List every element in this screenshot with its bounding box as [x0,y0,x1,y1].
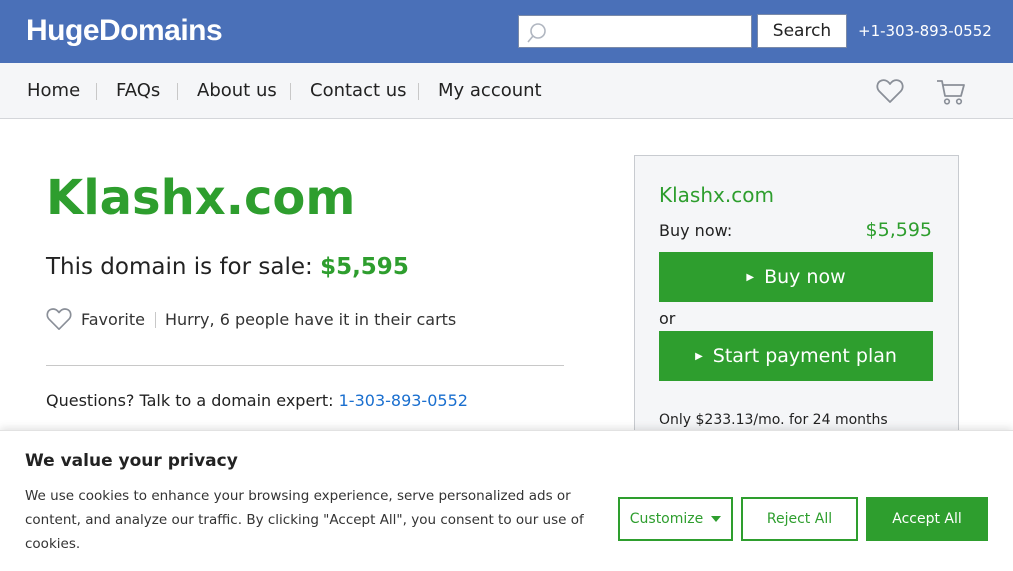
caret-down-icon [711,516,722,522]
cookie-description: We use cookies to enhance your browsing … [25,488,584,552]
reject-all-button[interactable]: Reject All [741,497,858,541]
nav-divider [290,83,291,100]
site-logo[interactable]: HugeDomains [26,14,223,48]
questions-label: Questions? Talk to a domain expert: [46,391,334,410]
buy-now-label: Buy now: [659,221,733,240]
heart-icon[interactable] [876,78,904,104]
nav-item-contact-us[interactable]: Contact us [310,80,407,101]
hurry-notice: Hurry, 6 people have it in their carts [165,310,457,329]
customize-button[interactable]: Customize [618,497,733,541]
main-nav: Home FAQs About us Contact us My account [0,63,1013,119]
top-header: HugeDomains Search +1-303-893-0552 [0,0,1013,63]
domain-title: Klashx.com [46,170,356,226]
nav-divider [418,83,419,100]
play-arrow-icon: ▶ [746,271,755,283]
customize-button-label: Customize [629,511,704,527]
or-label: or [659,309,676,328]
favorite-button[interactable]: Favorite [81,310,145,329]
search-icon [527,23,546,43]
buy-now-button[interactable]: ▶ Buy now [659,252,933,302]
favorite-heart-icon[interactable] [46,307,72,331]
cookie-title: We value your privacy [25,451,238,471]
accept-all-button[interactable]: Accept All [866,497,988,541]
search-field[interactable] [518,15,752,48]
questions-line: Questions? Talk to a domain expert: 1-30… [46,391,468,410]
monthly-price-note: Only $233.13/mo. for 24 months [659,412,888,428]
nav-item-faqs[interactable]: FAQs [116,80,160,101]
favorite-divider [155,312,156,328]
nav-item-my-account[interactable]: My account [438,80,542,101]
payment-plan-button[interactable]: ▶ Start payment plan [659,331,933,381]
nav-item-home[interactable]: Home [27,80,80,101]
cart-icon[interactable] [936,78,966,106]
search-button[interactable]: Search [757,14,847,48]
expert-phone-link[interactable]: 1-303-893-0552 [339,391,468,410]
for-sale-label: This domain is for sale: [46,254,313,280]
nav-divider [96,83,97,100]
play-arrow-icon: ▶ [695,350,703,362]
purchase-box: Klashx.com Buy now: $5,595 ▶ Buy now or … [634,155,959,445]
purchase-box-domain: Klashx.com [659,183,774,207]
cookie-consent-banner: We value your privacy We use cookies to … [0,430,1013,571]
payment-plan-button-label: Start payment plan [712,345,897,367]
buy-now-button-label: Buy now [764,266,846,288]
section-divider [46,365,564,366]
nav-divider [177,83,178,100]
buy-now-price: $5,595 [865,219,932,241]
header-phone[interactable]: +1-303-893-0552 [858,22,992,40]
for-sale-line: This domain is for sale: $5,595 [46,254,409,280]
domain-price: $5,595 [320,254,409,280]
nav-item-about-us[interactable]: About us [197,80,277,101]
search-input[interactable] [519,16,751,47]
